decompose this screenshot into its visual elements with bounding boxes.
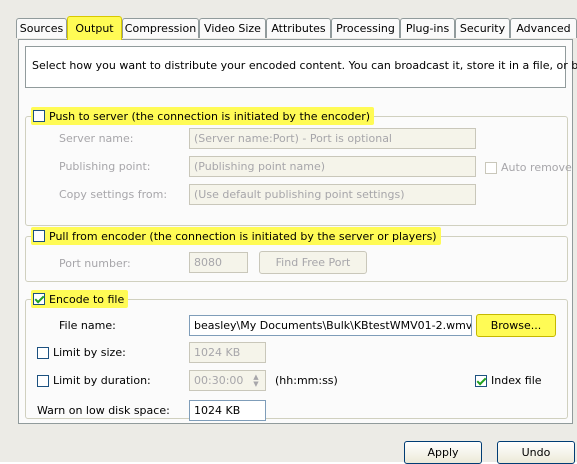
limit-by-size-checkbox[interactable]: Limit by size: — [37, 346, 126, 359]
checkbox-box[interactable] — [485, 161, 497, 174]
port-number-label: Port number: — [59, 257, 131, 270]
warn-low-disk-input[interactable]: 1024 KB — [189, 400, 266, 421]
tab-output[interactable]: Output — [67, 16, 122, 40]
file-name-input[interactable]: beasley\My Documents\Bulk\KBtestWMV01-2.… — [189, 315, 472, 336]
encode-to-file-label: Encode to file — [49, 292, 125, 306]
tab-sources[interactable]: Sources — [16, 18, 67, 38]
find-free-port-button[interactable]: Find Free Port — [259, 251, 367, 274]
limit-size-input[interactable]: 1024 KB — [189, 342, 266, 363]
encode-to-file-checkbox[interactable]: Encode to file — [31, 290, 129, 308]
encoder-properties-dialog: Sources Output Compression Video Size At… — [0, 0, 577, 464]
warn-low-disk-label: Warn on low disk space: — [37, 404, 170, 417]
duration-spinner[interactable]: ▲ ▼ — [249, 372, 263, 389]
spinner-down-icon[interactable]: ▼ — [253, 380, 258, 388]
server-name-input[interactable]: (Server name:Port) - Port is optional — [189, 128, 476, 149]
push-to-server-checkbox[interactable]: Push to server (the connection is initia… — [31, 107, 375, 125]
checkbox-box[interactable] — [33, 230, 45, 242]
pull-from-encoder-label: Pull from encoder (the connection is ini… — [49, 229, 437, 243]
index-file-checkbox[interactable]: Index file — [475, 374, 542, 387]
pull-from-encoder-checkbox[interactable]: Pull from encoder (the connection is ini… — [31, 227, 441, 245]
index-file-label: Index file — [491, 374, 542, 387]
checkbox-box[interactable] — [33, 110, 45, 122]
auto-remove-checkbox[interactable]: Auto remove — [485, 161, 572, 174]
server-name-label: Server name: — [59, 132, 134, 145]
tab-video-size[interactable]: Video Size — [199, 18, 266, 38]
copy-settings-input[interactable]: (Use default publishing point settings) — [189, 184, 476, 205]
tab-processing[interactable]: Processing — [331, 18, 400, 38]
tab-strip: Sources Output Compression Video Size At… — [16, 16, 577, 40]
browse-button[interactable]: Browse... — [476, 314, 556, 337]
publishing-point-label: Publishing point: — [59, 160, 151, 173]
checkbox-box[interactable] — [37, 346, 49, 359]
port-number-input[interactable]: 8080 — [189, 252, 248, 273]
tab-attributes[interactable]: Attributes — [266, 18, 331, 38]
tab-advanced[interactable]: Advanced — [510, 18, 577, 38]
tab-compression[interactable]: Compression — [122, 18, 199, 38]
duration-format-label: (hh:mm:ss) — [275, 374, 338, 387]
apply-button[interactable]: Apply — [404, 441, 482, 464]
undo-button[interactable]: Undo — [497, 441, 575, 464]
tab-plug-ins[interactable]: Plug-ins — [400, 18, 455, 38]
file-name-label: File name: — [59, 319, 116, 332]
checkbox-box[interactable] — [33, 293, 45, 305]
intro-text: Select how you want to distribute your e… — [25, 46, 577, 88]
push-to-server-label: Push to server (the connection is initia… — [49, 109, 371, 123]
checkbox-box[interactable] — [37, 374, 49, 387]
publishing-point-input[interactable]: (Publishing point name) — [189, 156, 476, 177]
checkbox-box[interactable] — [475, 374, 487, 387]
limit-by-size-label: Limit by size: — [53, 346, 126, 359]
copy-settings-label: Copy settings from: — [59, 188, 168, 201]
tab-security[interactable]: Security — [455, 18, 510, 38]
limit-by-duration-label: Limit by duration: — [53, 374, 151, 387]
auto-remove-label: Auto remove — [501, 161, 572, 174]
limit-by-duration-checkbox[interactable]: Limit by duration: — [37, 374, 151, 387]
output-tab-page: Select how you want to distribute your e… — [18, 39, 577, 424]
